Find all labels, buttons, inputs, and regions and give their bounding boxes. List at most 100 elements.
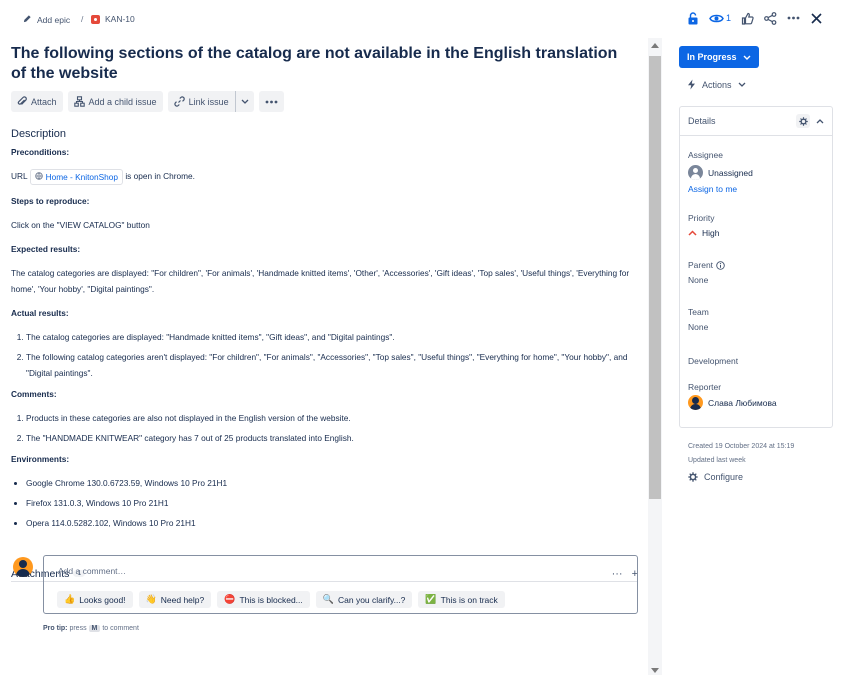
team-value[interactable]: None <box>688 322 709 332</box>
details-panel: Details Assignee Unassigned Assign to me… <box>679 106 833 428</box>
details-header[interactable]: Details <box>680 107 832 136</box>
expected-heading: Expected results: <box>11 243 81 254</box>
actions-dropdown[interactable]: Actions <box>687 79 746 90</box>
chip-label: This is blocked... <box>239 594 303 605</box>
link-icon <box>173 96 185 107</box>
priority-high-icon <box>688 230 697 236</box>
comment-placeholder: Add a comment… <box>58 566 127 576</box>
development-field: Development <box>688 356 738 366</box>
description-body[interactable]: Preconditions: URL Home - KnitonShop is … <box>11 144 639 536</box>
priority-label: Priority <box>688 213 715 223</box>
issue-main-column: The following sections of the catalog ar… <box>0 38 648 675</box>
reporter-avatar <box>688 395 703 410</box>
details-title: Details <box>688 116 716 126</box>
watchers-count: 1 <box>725 13 731 23</box>
chevron-up-icon[interactable] <box>816 116 824 126</box>
link-issue-split-button: Link issue <box>167 91 254 112</box>
watch-button[interactable]: 1 <box>709 13 731 24</box>
created-timestamp: Created 19 October 2024 at 15:19 <box>688 443 795 450</box>
team-field: Team None <box>688 307 709 332</box>
assignee-label: Assignee <box>688 150 723 160</box>
magnifier-emoji-icon: 🔍 <box>322 594 334 604</box>
waving-hand-emoji-icon: 👋 <box>145 594 157 604</box>
attach-button[interactable]: Attach <box>11 91 63 112</box>
link-issue-button[interactable]: Link issue <box>168 91 235 112</box>
close-icon[interactable] <box>809 11 823 25</box>
preconditions-text: URL Home - KnitonShop is open in Chrome. <box>11 168 639 185</box>
toolbar-more-button[interactable] <box>258 91 284 112</box>
configure-button[interactable]: Configure <box>688 472 743 482</box>
eye-icon <box>709 14 724 22</box>
description-heading: Description <box>11 128 67 140</box>
site-favicon-icon <box>34 169 43 185</box>
more-options-icon[interactable] <box>786 11 800 25</box>
url-link-label: Home - KnitonShop <box>45 171 119 182</box>
thumbs-up-emoji-icon: 👍 <box>64 594 76 604</box>
list-item: Google Chrome 130.0.6723.59, Windows 10 … <box>26 475 639 491</box>
pencil-icon <box>23 14 32 25</box>
priority-field: Priority High <box>688 213 719 238</box>
info-icon[interactable] <box>716 260 725 270</box>
actual-results-list: The catalog categories are displayed: "H… <box>26 329 639 381</box>
reporter-field: Reporter Слава Любимова <box>688 382 777 410</box>
expected-text: The catalog categories are displayed: "F… <box>11 267 630 294</box>
status-dropdown[interactable]: In Progress <box>679 46 759 68</box>
issue-key-link[interactable]: KAN-10 <box>91 14 135 24</box>
priority-value[interactable]: High <box>688 228 719 238</box>
chip-label: This is on track <box>440 594 498 605</box>
issue-title[interactable]: The following sections of the catalog ar… <box>11 44 631 84</box>
pro-tip-label: Pro tip: <box>43 625 68 632</box>
quick-reply-chips: 👍 Looks good! 👋 Need help? ⛔ This is blo… <box>57 591 505 608</box>
add-child-issue-button[interactable]: Add a child issue <box>67 91 163 112</box>
main-scrollbar[interactable] <box>648 38 662 675</box>
team-label: Team <box>688 307 709 317</box>
more-options-icon <box>265 100 277 103</box>
priority-value-text: High <box>702 228 720 238</box>
scroll-down-arrow-icon[interactable] <box>651 668 659 673</box>
list-item: Products in these categories are also no… <box>26 410 639 426</box>
quick-reply-need-help[interactable]: 👋 Need help? <box>138 591 212 608</box>
lock-icon[interactable] <box>686 11 700 25</box>
link-issue-dropdown[interactable] <box>234 91 254 112</box>
chip-label: Looks good! <box>79 594 126 605</box>
reporter-name: Слава Любимова <box>708 397 777 408</box>
add-child-label: Add a child issue <box>88 96 157 107</box>
scroll-up-arrow-icon[interactable] <box>651 43 659 48</box>
quick-reply-looks-good[interactable]: 👍 Looks good! <box>57 591 133 608</box>
add-epic-link[interactable]: Add epic <box>23 14 70 25</box>
list-item: Firefox 131.0.3, Windows 10 Pro 21H1 <box>26 495 639 511</box>
url-prefix: URL <box>11 171 28 181</box>
reporter-value[interactable]: Слава Любимова <box>688 395 777 410</box>
steps-heading: Steps to reproduce: <box>11 195 90 206</box>
url-smart-link[interactable]: Home - KnitonShop <box>29 168 124 185</box>
current-user-avatar <box>13 557 33 577</box>
chevron-down-icon <box>743 55 751 60</box>
steps-text: Click on the "VIEW CATALOG" button <box>11 219 150 230</box>
share-icon[interactable] <box>763 11 777 25</box>
environments-heading: Environments: <box>11 453 70 464</box>
parent-label-row: Parent <box>688 260 725 270</box>
paperclip-icon <box>17 96 27 105</box>
parent-value[interactable]: None <box>688 275 725 285</box>
chip-label: Need help? <box>160 594 205 605</box>
scrollbar-thumb[interactable] <box>649 56 661 499</box>
issue-key: KAN-10 <box>105 14 135 24</box>
list-item: Opera 114.0.5282.102, Windows 10 Pro 21H… <box>26 515 639 531</box>
quick-reply-blocked[interactable]: ⛔ This is blocked... <box>217 591 310 608</box>
comment-editor[interactable]: Add a comment… 👍 Looks good! 👋 Need help… <box>43 555 638 614</box>
check-mark-emoji-icon: ✅ <box>425 594 437 604</box>
assign-to-me-link[interactable]: Assign to me <box>688 184 753 194</box>
attach-label: Attach <box>31 96 57 107</box>
pro-tip-rest: to comment <box>102 625 139 632</box>
quick-reply-clarify[interactable]: 🔍 Can you clarify...? <box>315 591 413 608</box>
pro-tip: Pro tip: press M to comment <box>43 625 139 632</box>
thumbs-up-icon[interactable] <box>740 11 754 25</box>
gear-icon[interactable] <box>796 114 810 128</box>
link-issue-label: Link issue <box>188 96 229 107</box>
actions-label: Actions <box>702 79 732 90</box>
assignee-value[interactable]: Unassigned <box>688 165 753 180</box>
keyboard-shortcut-key: M <box>88 625 101 632</box>
no-entry-emoji-icon: ⛔ <box>224 594 236 604</box>
quick-reply-on-track[interactable]: ✅ This is on track <box>418 591 505 608</box>
actual-heading: Actual results: <box>11 307 69 318</box>
